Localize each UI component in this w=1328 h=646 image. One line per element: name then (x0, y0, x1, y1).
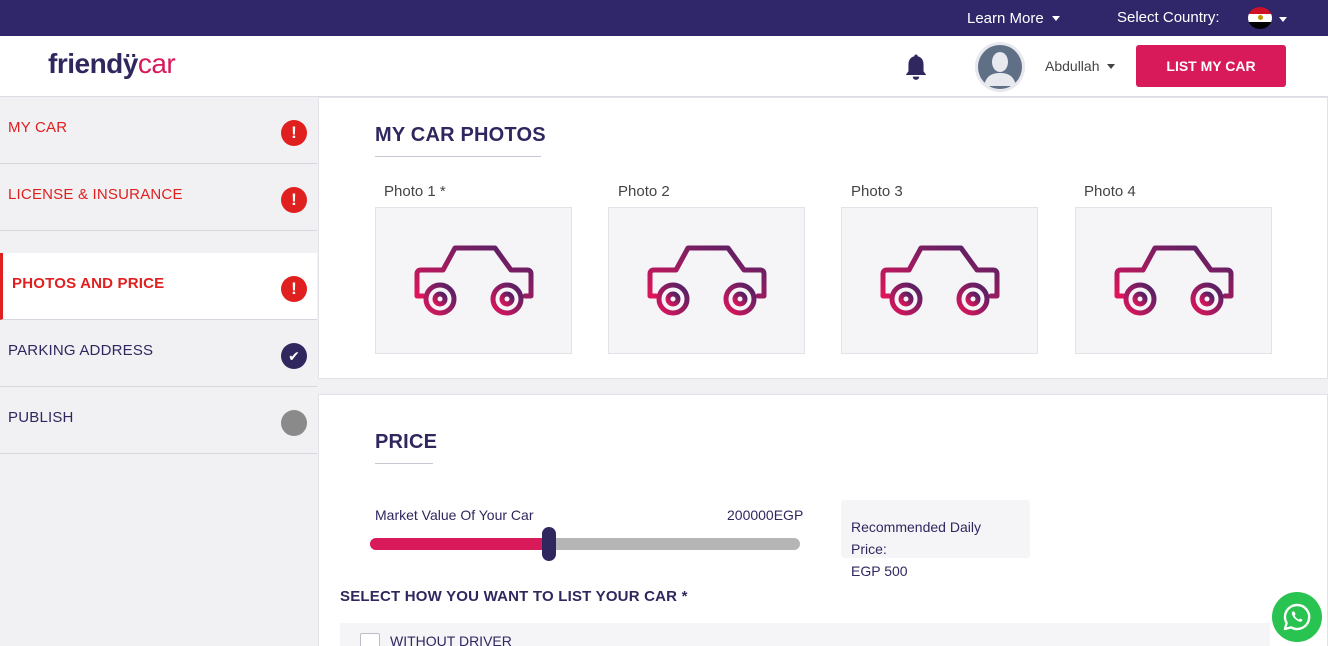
sidebar-item-label: LICENSE & INSURANCE (8, 186, 183, 203)
learn-more-label: Learn More (967, 10, 1044, 27)
error-icon: ! (281, 276, 307, 302)
error-icon: ! (281, 120, 307, 146)
option-without-driver[interactable]: WITHOUT DRIVER (340, 623, 1270, 646)
recommended-price-value: EGP 500 (851, 563, 908, 579)
chevron-down-icon (1051, 16, 1060, 21)
error-icon: ! (281, 187, 307, 213)
car-icon (647, 245, 766, 315)
whatsapp-icon (1283, 603, 1311, 631)
user-menu[interactable]: Abdullah (1045, 58, 1115, 74)
photo-2-label: Photo 2 (618, 183, 670, 200)
photos-card: MY CAR PHOTOS Photo 1 * Photo 2 Photo 3 … (318, 97, 1328, 379)
top-bar: Learn More Select Country: (0, 0, 1328, 36)
logo-text-car: car (137, 48, 176, 79)
learn-more-dropdown[interactable]: Learn More (967, 10, 1060, 27)
user-silhouette-icon (975, 42, 1025, 92)
market-value-amount: 200000EGP (727, 507, 804, 523)
sidebar-item-label: MY CAR (8, 119, 68, 136)
sidebar: MY CAR ! LICENSE & INSURANCE ! PHOTOS AN… (0, 97, 317, 646)
photo-3-label: Photo 3 (851, 183, 903, 200)
sidebar-item-label: PARKING ADDRESS (8, 342, 154, 359)
recommended-price-box: Recommended Daily Price: EGP 500 (841, 500, 1030, 579)
egypt-flag-icon[interactable] (1248, 7, 1272, 29)
listing-type-title: SELECT HOW YOU WANT TO LIST YOUR CAR * (340, 588, 688, 605)
title-divider (375, 156, 541, 157)
avatar[interactable] (975, 42, 1025, 92)
sidebar-item-label: PUBLISH (8, 409, 74, 426)
sidebar-item-label: PHOTOS AND PRICE (12, 275, 165, 292)
check-icon: ✔ (281, 343, 307, 369)
sidebar-item-publish[interactable]: PUBLISH (0, 387, 317, 454)
photo-3-upload[interactable] (841, 207, 1038, 354)
logo-text-friendy: friendÿ (48, 48, 138, 79)
bell-icon[interactable] (903, 54, 929, 82)
photo-4-label: Photo 4 (1084, 183, 1136, 200)
sidebar-item-photos-and-price[interactable]: PHOTOS AND PRICE ! (0, 253, 317, 320)
sidebar-item-parking-address[interactable]: PARKING ADDRESS ✔ (0, 320, 317, 387)
list-my-car-button[interactable]: LIST MY CAR (1136, 45, 1286, 87)
recommended-price-label: Recommended Daily Price: (851, 519, 981, 557)
country-chevron-down-icon[interactable] (1279, 17, 1287, 22)
header: friendÿcar Abdullah LIST MY CAR (0, 36, 1328, 97)
without-driver-label: WITHOUT DRIVER (390, 633, 512, 646)
price-card: PRICE Market Value Of Your Car 200000EGP… (318, 394, 1328, 646)
pending-dot-icon (281, 410, 307, 436)
username-label: Abdullah (1045, 58, 1100, 74)
car-icon (1114, 245, 1233, 315)
photo-4-upload[interactable] (1075, 207, 1272, 354)
chevron-down-icon (1106, 63, 1115, 69)
select-country-label: Select Country: (1117, 9, 1220, 26)
photos-title: MY CAR PHOTOS (375, 124, 546, 146)
whatsapp-button[interactable] (1272, 592, 1322, 642)
car-icon (880, 245, 999, 315)
sidebar-item-license-insurance[interactable]: LICENSE & INSURANCE ! (0, 164, 317, 231)
photo-1-upload[interactable] (375, 207, 572, 354)
car-icon (414, 245, 533, 315)
market-value-slider[interactable] (370, 527, 800, 561)
sidebar-item-my-car[interactable]: MY CAR ! (0, 97, 317, 164)
price-title: PRICE (375, 431, 438, 453)
without-driver-checkbox[interactable] (360, 633, 380, 646)
slider-fill (370, 538, 550, 550)
title-divider (375, 463, 433, 464)
market-value-label: Market Value Of Your Car (375, 507, 534, 523)
friendycar-logo[interactable]: friendÿcar (48, 48, 176, 80)
photo-2-upload[interactable] (608, 207, 805, 354)
slider-handle[interactable] (542, 527, 556, 561)
photo-1-label: Photo 1 * (384, 183, 446, 200)
